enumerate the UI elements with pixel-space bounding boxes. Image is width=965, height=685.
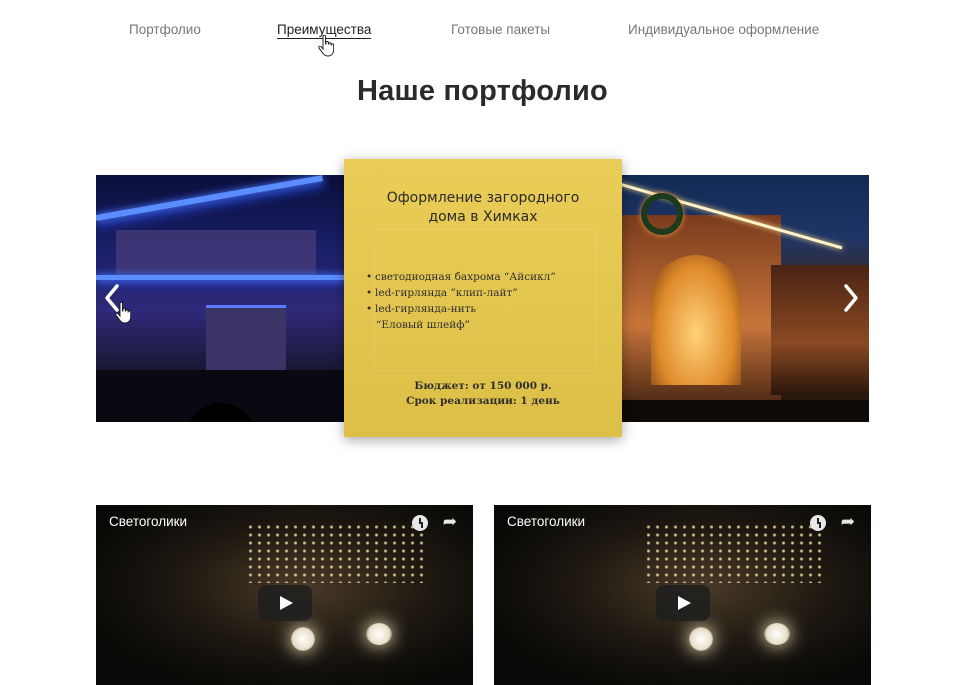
list-item: led-гирлянда-нить“Еловый шлейф”	[366, 301, 556, 333]
top-navigation: Портфолио Преимущества Готовые пакеты Ин…	[0, 22, 965, 42]
wreath-icon	[641, 193, 683, 235]
share-icon[interactable]: ➦	[443, 512, 457, 532]
nav-item-portfolio[interactable]: Портфолио	[129, 22, 201, 37]
video-title[interactable]: Светоголики	[109, 514, 187, 529]
list-item: светодиодная бахрома “Айсикл”	[366, 269, 556, 285]
card-budget-block: Бюджет: от 150 000 р. Срок реализации: 1…	[344, 379, 622, 409]
card-title-line1: Оформление загородного	[386, 190, 580, 206]
card-title-line2: дома в Химках	[428, 209, 538, 225]
card-title: Оформление загородного дома в Химках	[344, 189, 622, 227]
list-item: led-гирлянда ”клип-лайт”	[366, 285, 556, 301]
clock-icon[interactable]	[810, 515, 826, 531]
portfolio-card[interactable]: Оформление загородного дома в Химках све…	[344, 159, 622, 437]
nav-item-custom-design[interactable]: Индивидуальное оформление	[628, 22, 819, 37]
card-budget: Бюджет: от 150 000 р.	[414, 380, 552, 392]
play-icon[interactable]	[656, 585, 710, 621]
list-item-continuation: “Еловый шлейф”	[376, 319, 470, 331]
card-duration: Срок реализации: 1 день	[406, 395, 560, 407]
share-icon[interactable]: ➦	[841, 512, 855, 532]
video-title[interactable]: Светоголики	[507, 514, 585, 529]
play-icon[interactable]	[258, 585, 312, 621]
slide-image-warm-house	[621, 175, 869, 422]
hand-cursor-icon	[318, 35, 334, 57]
chevron-right-icon[interactable]	[843, 283, 859, 319]
card-feature-list: светодиодная бахрома “Айсикл” led-гирлян…	[366, 269, 556, 333]
video-player-2[interactable]: Светоголики ➦	[494, 505, 871, 685]
nav-item-ready-packages[interactable]: Готовые пакеты	[451, 22, 550, 37]
hand-cursor-icon	[115, 302, 131, 324]
page-title: Наше портфолио	[357, 75, 608, 108]
video-player-1[interactable]: Светоголики ➦	[96, 505, 473, 685]
clock-icon[interactable]	[412, 515, 428, 531]
slide-image-blue-house	[96, 175, 346, 422]
